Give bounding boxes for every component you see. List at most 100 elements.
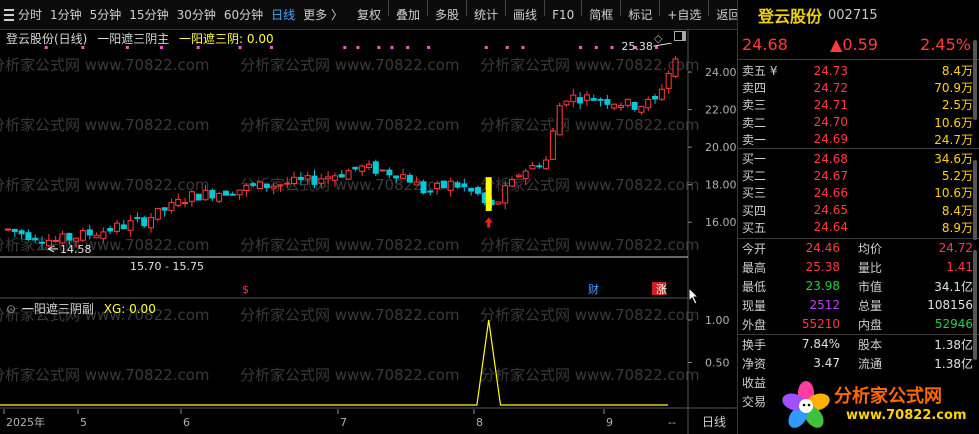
toolbar-button[interactable]: 叠加	[392, 0, 424, 30]
signal-dot	[594, 46, 598, 49]
candle-body	[658, 88, 665, 100]
toolbar-button[interactable]: 复权	[353, 0, 385, 30]
signal-dot	[356, 46, 360, 49]
stat-label: 最高	[742, 260, 767, 275]
stat-label: 均价	[857, 241, 882, 256]
flower-logo-icon	[782, 381, 830, 428]
price-tick-label: 18.00	[705, 179, 737, 192]
panel-toggle-icon[interactable]	[674, 31, 686, 41]
book-level-label: 卖一	[742, 132, 767, 147]
bid-scrollbar[interactable]	[973, 160, 977, 240]
period-tab[interactable]: 60分钟	[220, 0, 267, 30]
order-book-row[interactable]: 买五 24.64 8.9万	[738, 219, 979, 236]
sub-indicator-name[interactable]: 一阳遮三阴副	[22, 302, 94, 316]
candle-body	[195, 193, 202, 201]
order-book-row[interactable]: 卖五 ¥ 24.73 8.4万	[738, 62, 979, 79]
book-volume: 8.4万	[941, 203, 973, 218]
kline-chart[interactable]: 分析家公式网 www.70822.com 分析家公式网 www.70822.com…	[0, 30, 737, 434]
book-volume: 10.6万	[934, 186, 973, 201]
candle-body	[529, 165, 536, 170]
book-level-label: 卖四	[742, 81, 767, 96]
order-book-row[interactable]: 买三 24.66 10.6万	[738, 184, 979, 201]
candle-body	[379, 169, 386, 172]
chart-toolbar: 分时 1分钟 5分钟 15分钟 30分钟 60分钟 日线 更多 〉 复权 叠加 多股 统计 画线 F10…	[0, 0, 740, 30]
high-price-label: 25.38	[621, 40, 653, 53]
order-book-row[interactable]: 买四 24.65 8.4万	[738, 202, 979, 219]
toolbar-button[interactable]: F10	[548, 0, 578, 30]
toolbar-button[interactable]: 简框	[585, 0, 617, 30]
candle-body	[161, 207, 168, 211]
candle-body	[509, 179, 516, 187]
order-book-row[interactable]: 卖一 24.69 24.7万	[738, 131, 979, 148]
order-book-row[interactable]: 卖四 24.72 70.9万	[738, 79, 979, 96]
time-tick-label: 8	[476, 416, 483, 429]
candle-body	[434, 182, 441, 189]
watermark-text: 分析家公式网 www.70822.com	[480, 56, 700, 74]
sub-tick-label: 1.00	[705, 314, 730, 327]
toolbar-button[interactable]: 画线	[509, 0, 541, 30]
candle-body	[400, 174, 407, 179]
toolbar-divider	[659, 0, 661, 16]
stat-value: 108156	[927, 298, 973, 313]
stat-label: 股本	[857, 337, 882, 352]
signal-dot	[655, 46, 659, 49]
period-tab[interactable]: 日线	[267, 0, 299, 30]
toolbar-divider	[708, 0, 710, 16]
indicator-value: 一阳遮三阴: 0.00	[179, 32, 274, 46]
period-button[interactable]: 日线	[702, 415, 726, 429]
book-price: 24.66	[813, 185, 848, 200]
watermark-text: 分析家公式网 www.70822.com	[240, 366, 460, 384]
signal-dot	[484, 46, 488, 49]
candle-body	[563, 100, 570, 106]
price-tick-label: 24.00	[705, 66, 737, 79]
book-price: 24.69	[813, 132, 848, 147]
stat-row: 外盘 55210 内盘 52946	[738, 315, 979, 334]
period-tabs: 分时 1分钟 5分钟 15分钟 30分钟 60分钟 日线 更多 〉	[14, 0, 347, 30]
stock-code: 002715	[828, 7, 878, 23]
stat-label: 净资	[742, 356, 767, 371]
signal-dot	[579, 46, 583, 49]
xg-signal-line	[0, 319, 668, 406]
buy-arrow-icon	[484, 217, 493, 228]
toolbar-button[interactable]: 标记	[624, 0, 656, 30]
period-tab[interactable]: 分时	[14, 0, 46, 30]
sub-panel-title: ⊙ 一阳遮三阴副 XG: 0.00	[6, 300, 156, 317]
period-tab[interactable]: 30分钟	[173, 0, 220, 30]
diamond-icon[interactable]: ◇	[654, 32, 662, 45]
period-tab[interactable]: 更多 〉	[299, 0, 347, 30]
candle-body	[79, 230, 86, 241]
order-book-row[interactable]: 卖二 24.70 10.6万	[738, 114, 979, 131]
indicator-name[interactable]: 一阳遮三阴主	[97, 32, 169, 46]
candle-body	[188, 191, 195, 202]
watermark-text: 分析家公式网 www.70822.com	[480, 116, 700, 134]
event-marker: 财	[588, 282, 599, 296]
book-price: 24.67	[813, 168, 848, 183]
sub-panel-collapse-icon[interactable]: ⊙	[6, 302, 16, 316]
stats-scrollbar[interactable]	[973, 250, 977, 360]
stat-value: 1.38亿	[934, 356, 973, 371]
menu-icon[interactable]	[0, 0, 14, 30]
candle-body	[168, 202, 175, 211]
period-tab[interactable]: 1分钟	[46, 0, 86, 30]
candle-body	[461, 183, 468, 188]
order-book-row[interactable]: 买一 24.68 34.6万	[738, 150, 979, 167]
book-price: 24.71	[813, 97, 848, 112]
toolbar-button[interactable]: +自选	[663, 0, 705, 30]
period-tab[interactable]: 15分钟	[125, 0, 172, 30]
toolbar-button[interactable]: 多股	[431, 0, 463, 30]
order-book-row[interactable]: 买二 24.67 5.2万	[738, 167, 979, 184]
candle-body	[222, 190, 229, 196]
candle-body	[427, 190, 434, 193]
toolbar-button[interactable]: 统计	[470, 0, 502, 30]
period-tab[interactable]: 5分钟	[86, 0, 126, 30]
ask-scrollbar[interactable]	[973, 40, 977, 120]
candle-body	[652, 96, 659, 100]
stock-name[interactable]: 登云股份	[758, 3, 822, 27]
candle-body	[468, 187, 475, 192]
price-change: ▲0.59	[830, 35, 878, 54]
bid-book: 买一 24.68 34.6万 买二 24.67 5.2万 买三 24.66 10.6万 买四 24.…	[738, 149, 979, 236]
candle-body	[495, 201, 502, 205]
candle-body	[577, 97, 584, 104]
candle-body	[229, 193, 236, 196]
order-book-row[interactable]: 卖三 24.71 2.5万	[738, 96, 979, 113]
